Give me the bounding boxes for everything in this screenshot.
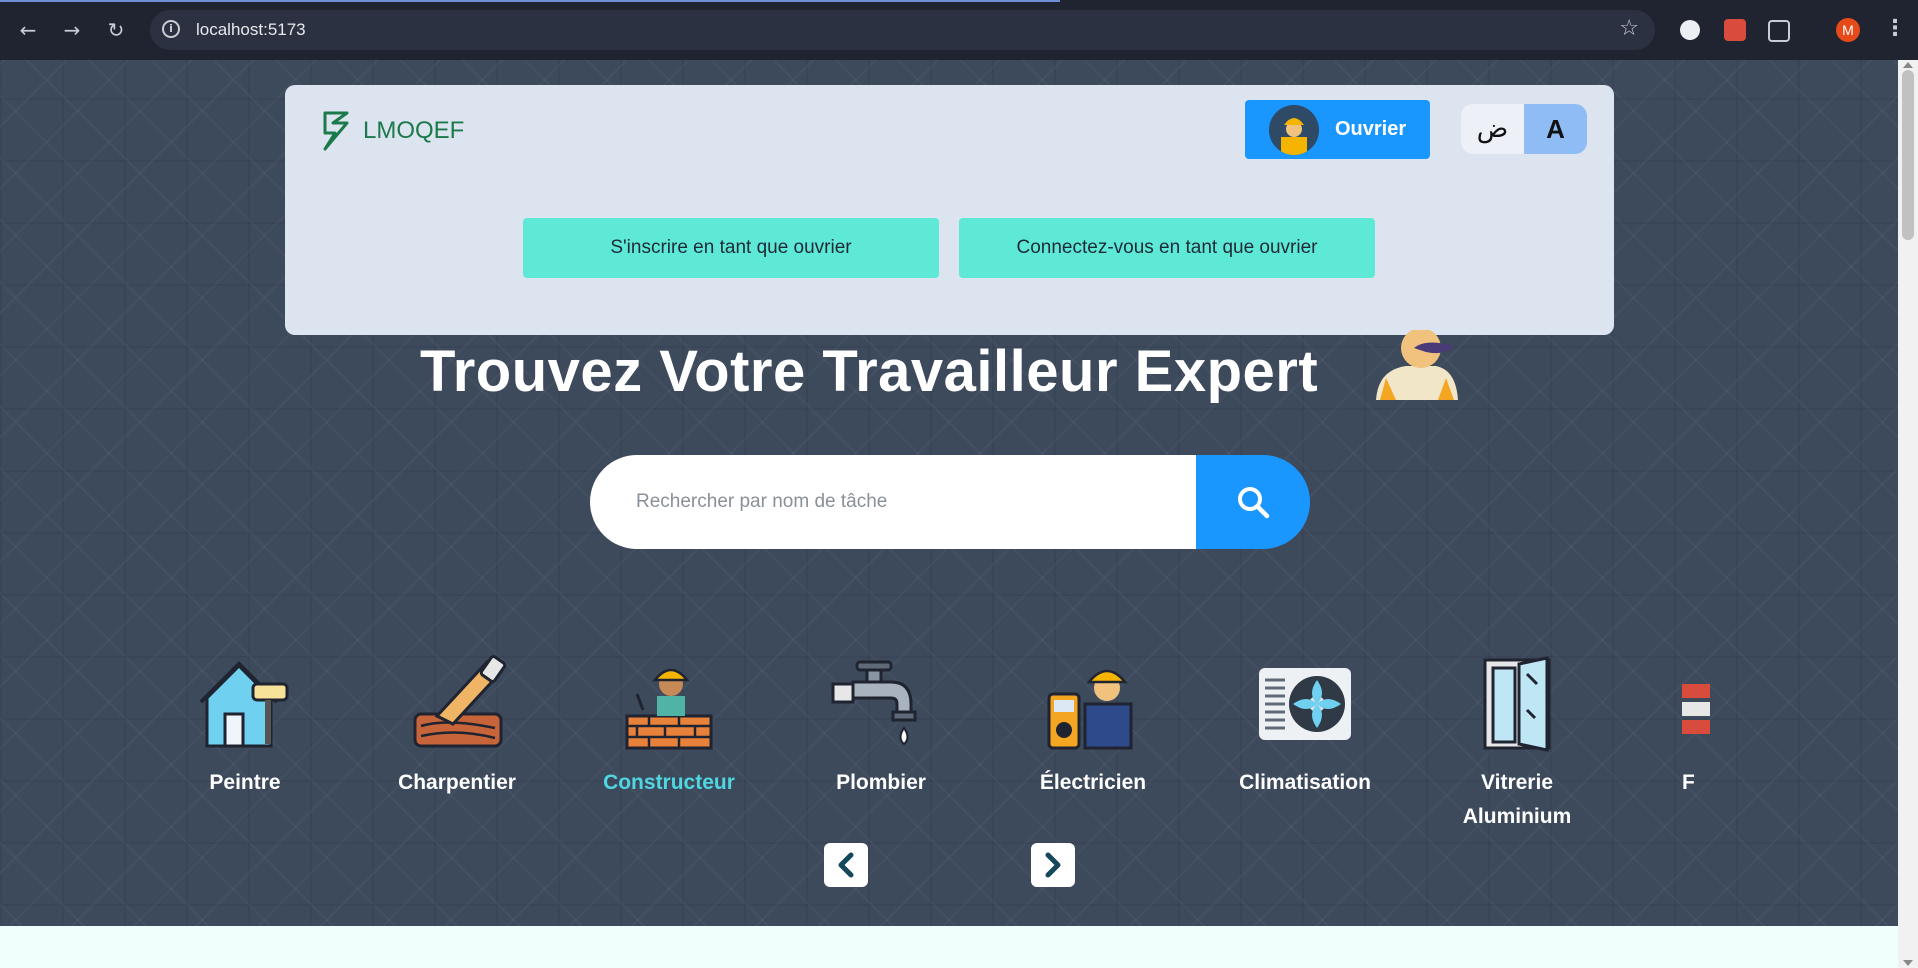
- category-label: Charpentier: [398, 771, 516, 794]
- address-url[interactable]: localhost:5173: [196, 20, 306, 40]
- category-label: Climatisation: [1239, 771, 1371, 794]
- address-bar[interactable]: i localhost:5173 ☆: [150, 10, 1655, 50]
- carousel-prev-button[interactable]: [824, 843, 868, 887]
- search-bar: [590, 455, 1310, 549]
- chevron-right-icon: [1045, 852, 1061, 878]
- extension-icon[interactable]: [1724, 19, 1746, 41]
- plumber-icon: [831, 654, 931, 754]
- forward-icon[interactable]: →: [58, 16, 86, 44]
- next-section: [0, 926, 1898, 968]
- extensions-puzzle-icon[interactable]: [1768, 20, 1790, 42]
- category-label: Constructeur: [603, 771, 735, 794]
- category-item[interactable]: Électricien: [1008, 654, 1178, 800]
- category-item-active[interactable]: Constructeur: [584, 654, 754, 800]
- category-carousel: Peintre Charpentier Constructeur Plombie…: [160, 654, 1710, 854]
- search-button[interactable]: [1196, 455, 1310, 549]
- category-label: Électricien: [1039, 771, 1147, 794]
- category-label: Peintre: [209, 771, 281, 794]
- language-toggle[interactable]: ض A: [1461, 104, 1587, 154]
- search-icon: [1238, 487, 1270, 519]
- hero-title: Trouvez Votre Travailleur Expert: [420, 339, 1319, 404]
- lang-french-option[interactable]: A: [1524, 104, 1587, 154]
- browser-toolbar: ← → ↻ i localhost:5173 ☆ M ⋮: [0, 0, 1918, 60]
- worker-button[interactable]: Ouvrier: [1245, 100, 1430, 159]
- worker-button-label: Ouvrier: [1335, 118, 1407, 140]
- category-label: F: [1682, 771, 1695, 794]
- worker-illustration-icon: [1376, 330, 1458, 400]
- electrician-icon: [1043, 654, 1143, 754]
- page-scrollbar[interactable]: [1898, 60, 1918, 968]
- scrollbar-thumb[interactable]: [1902, 70, 1914, 240]
- chevron-left-icon: [838, 852, 854, 878]
- air-conditioning-icon: [1255, 654, 1355, 754]
- bookmark-star-icon[interactable]: ☆: [1619, 16, 1639, 41]
- category-label: Vitrerie Aluminium: [1462, 771, 1572, 828]
- login-worker-button[interactable]: Connectez-vous en tant que ouvrier: [959, 218, 1375, 278]
- browser-menu-icon[interactable]: ⋮: [1884, 16, 1906, 41]
- brand-name: LMOQEF: [363, 117, 465, 144]
- lang-arabic-option[interactable]: ض: [1461, 104, 1524, 154]
- reload-icon[interactable]: ↻: [102, 16, 130, 44]
- category-item[interactable]: Vitrerie Aluminium: [1432, 654, 1602, 834]
- logo[interactable]: LMOQEF: [321, 111, 464, 151]
- category-label: Plombier: [836, 771, 926, 794]
- logo-icon: [323, 111, 349, 151]
- header-card: LMOQEF Ouvrier ض A S'inscrire en tant qu…: [285, 85, 1614, 335]
- builder-icon: [619, 654, 719, 754]
- page-viewport: LMOQEF Ouvrier ض A S'inscrire en tant qu…: [0, 60, 1898, 968]
- bricks-icon: [1682, 654, 1710, 754]
- carpenter-icon: [407, 654, 507, 754]
- category-item[interactable]: Plombier: [796, 654, 966, 800]
- extension-icon[interactable]: [1680, 20, 1700, 40]
- worker-avatar-icon: [1269, 104, 1319, 155]
- profile-avatar[interactable]: M: [1836, 18, 1860, 42]
- register-worker-button[interactable]: S'inscrire en tant que ouvrier: [523, 218, 939, 278]
- search-input[interactable]: [590, 455, 1196, 549]
- category-item[interactable]: Climatisation: [1220, 654, 1390, 800]
- category-item[interactable]: F: [1644, 654, 1710, 800]
- scroll-up-icon[interactable]: [1903, 62, 1913, 68]
- back-icon[interactable]: ←: [14, 16, 42, 44]
- scroll-down-icon[interactable]: [1903, 960, 1913, 966]
- window-icon: [1467, 654, 1567, 754]
- carousel-next-button[interactable]: [1031, 843, 1075, 887]
- category-item[interactable]: Peintre: [160, 654, 330, 800]
- loading-bar: [0, 0, 1060, 2]
- painter-icon: [195, 654, 295, 754]
- category-item[interactable]: Charpentier: [372, 654, 542, 800]
- site-info-icon[interactable]: i: [162, 20, 180, 38]
